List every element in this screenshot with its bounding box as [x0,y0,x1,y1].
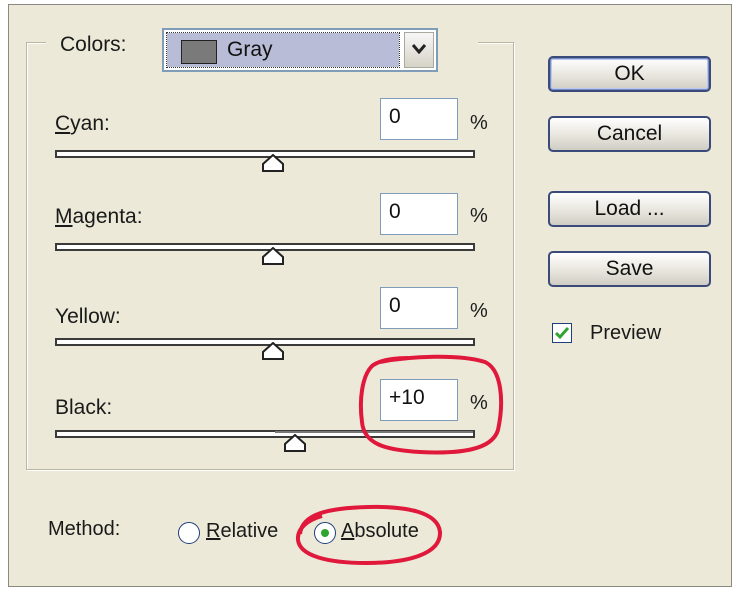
yellow-input[interactable]: 0 [380,287,458,329]
group-legend-gap-right [438,22,478,62]
load-button[interactable]: Load ... [548,191,711,227]
save-button[interactable]: Save [548,251,711,287]
yellow-percent: % [470,300,488,322]
cyan-input[interactable]: 0 [380,98,458,140]
method-label: Method: [48,518,121,540]
black-slider-fill [275,431,473,433]
black-percent: % [470,392,488,414]
colors-select[interactable]: Gray [162,28,438,72]
cancel-button[interactable]: Cancel [548,116,711,152]
colors-selected-text: Gray [227,38,273,61]
relative-radio[interactable] [178,522,200,544]
checkmark-icon [554,327,570,340]
chevron-down-icon[interactable] [404,32,434,68]
cyan-label: Cyan: [55,112,110,135]
yellow-label: Yellow: [55,305,121,328]
black-slider-thumb[interactable] [284,434,306,452]
colors-label: Colors: [60,33,127,56]
cyan-slider-thumb[interactable] [262,154,284,172]
black-label: Black: [55,396,113,419]
magenta-label: Magenta: [55,205,143,228]
magenta-slider-thumb[interactable] [262,247,284,265]
ok-button[interactable]: OK [548,56,711,92]
colors-select-value: Gray [166,32,400,68]
magenta-input[interactable]: 0 [380,193,458,235]
absolute-radio[interactable] [314,522,336,544]
cyan-percent: % [470,112,488,134]
magenta-percent: % [470,205,488,227]
gray-swatch-icon [181,40,217,64]
absolute-label[interactable]: Absolute [341,520,419,543]
preview-label: Preview [590,322,662,344]
relative-label[interactable]: Relative [206,520,278,543]
black-input[interactable]: +10 [380,379,458,421]
yellow-slider-thumb[interactable] [262,342,284,360]
radio-selected-dot [321,529,329,537]
preview-checkbox[interactable] [552,323,572,343]
